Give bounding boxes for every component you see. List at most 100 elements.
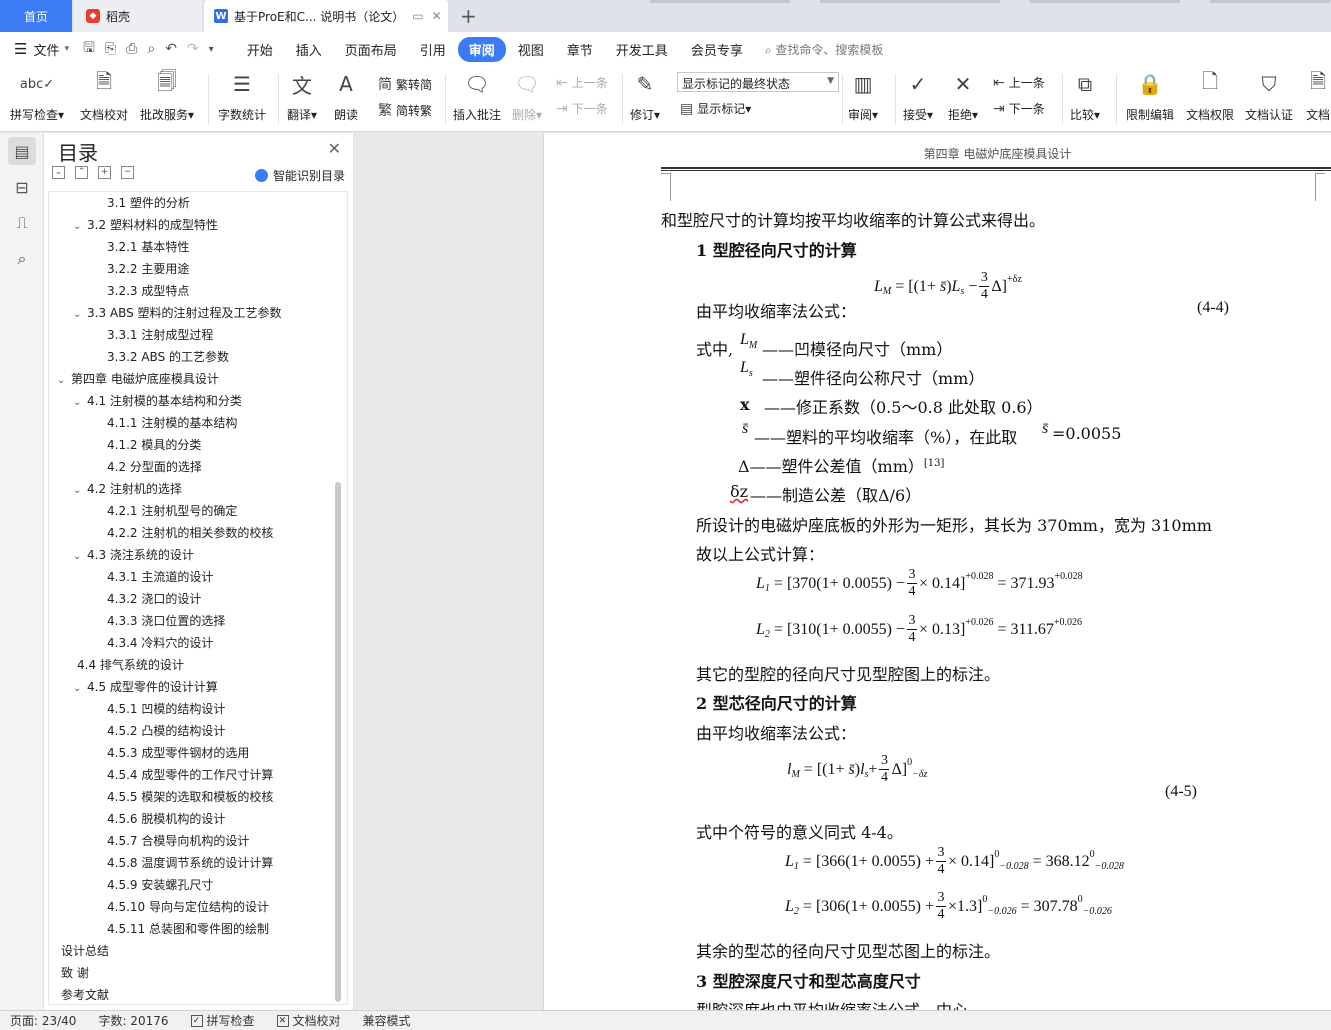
add-heading-icon[interactable]: + xyxy=(98,166,111,179)
toc-item[interactable]: 3.2.1 基本特性 xyxy=(107,236,189,258)
delete-comment-button[interactable]: 🗨 删除▾ xyxy=(512,70,542,123)
translate-button[interactable]: 文 翻译▾ xyxy=(287,70,317,123)
doc-more-button[interactable]: 🗎 文档 xyxy=(1304,69,1331,123)
toc-item[interactable]: 4.2.2 注射机的相关参数的校核 xyxy=(107,522,273,544)
read-aloud-button[interactable]: A 朗读 xyxy=(332,70,360,123)
command-search[interactable]: ⌕ 查找命令、搜索模板 xyxy=(765,41,884,58)
print-icon[interactable]: ⎙ xyxy=(126,41,137,57)
tab-daoke[interactable]: ◆ 稻壳 xyxy=(74,0,202,32)
toc-item[interactable]: 4.5.3 成型零件钢材的选用 xyxy=(107,742,249,764)
search-icon[interactable]: ⌕ xyxy=(8,245,36,273)
status-spell-check[interactable]: ✓ 拼写检查 xyxy=(190,1012,255,1029)
compare-button[interactable]: ⧉ 比较▾ xyxy=(1070,70,1100,123)
menu-review[interactable]: 审阅 xyxy=(457,36,506,62)
undo-icon[interactable]: ↶ xyxy=(165,41,177,57)
word-counter[interactable]: 字数: 20176 xyxy=(98,1012,168,1029)
menu-member[interactable]: 会员专享 xyxy=(680,37,754,62)
toc-item[interactable]: ⌄ 第四章 电磁炉底座模具设计 xyxy=(57,368,219,390)
menu-start[interactable]: 开始 xyxy=(236,37,284,62)
next-comment-button[interactable]: ⇥ 下一条 xyxy=(556,100,608,117)
toc-item[interactable]: 4.5.4 成型零件的工作尺寸计算 xyxy=(107,764,273,786)
toc-item[interactable]: ⌄ 4.1 注射模的基本结构和分类 xyxy=(73,390,242,412)
toc-item[interactable]: 4.2 分型面的选择 xyxy=(107,456,202,478)
toc-item[interactable]: ⌄ 4.5 成型零件的设计计算 xyxy=(73,676,218,698)
save-icon[interactable]: 🖫 xyxy=(83,37,95,61)
toc-item[interactable]: 4.3.2 浇口的设计 xyxy=(107,588,201,610)
toc-item[interactable]: 4.5.11 总装图和零件图的绘制 xyxy=(107,918,269,940)
review-pane-button[interactable]: ▥ 审阅▾ xyxy=(848,70,878,123)
toc-item[interactable]: 4.1.2 模具的分类 xyxy=(107,434,201,456)
next-revision-button[interactable]: ⇥ 下一条 xyxy=(993,100,1045,117)
expand-all-icon[interactable]: ⌃ xyxy=(75,166,88,179)
print-preview-icon[interactable]: ⌕ xyxy=(147,41,155,57)
toc-item[interactable]: 4.5.9 安装螺孔尺寸 xyxy=(107,874,213,896)
chevron-down-icon[interactable]: ⌄ xyxy=(73,678,87,700)
toc-item[interactable]: 3.3.1 注射成型过程 xyxy=(107,324,213,346)
menu-developer[interactable]: 开发工具 xyxy=(605,37,679,62)
toc-item[interactable]: 4.3.3 浇口位置的选择 xyxy=(107,610,225,632)
toc-item[interactable]: 3.2.2 主要用途 xyxy=(107,258,189,280)
toc-item[interactable]: 4.3.1 主流道的设计 xyxy=(107,566,213,588)
toc-item[interactable]: 4.2.1 注射机型号的确定 xyxy=(107,500,237,522)
revise-button[interactable]: ✎ 修订▾ xyxy=(630,70,660,123)
toc-item[interactable]: 4.5.7 合模导向机构的设计 xyxy=(107,830,249,852)
toc-item[interactable]: 3.2.3 成型特点 xyxy=(107,280,189,302)
smart-toc-button[interactable]: 智能识别目录 xyxy=(254,167,345,184)
restrict-edit-button[interactable]: 🔒 限制编辑 xyxy=(1126,70,1174,123)
redo-icon[interactable]: ↷ xyxy=(187,41,199,57)
toc-item[interactable]: 4.5.5 模架的选取和模板的校核 xyxy=(107,786,273,808)
show-marks-button[interactable]: ▤ 显示标记 ▾ xyxy=(680,100,751,117)
document-page[interactable]: 第四章 电磁炉底座模具设计 和型腔尺寸的计算均按平均收缩率的计算公式来得出。 1… xyxy=(543,133,1331,1010)
toc-item[interactable]: 设计总结 xyxy=(61,940,109,962)
toc-item[interactable]: 4.5.8 温度调节系统的设计计算 xyxy=(107,852,273,874)
toc-item[interactable]: 3.1 塑件的分析 xyxy=(107,192,190,214)
page-counter[interactable]: 页面: 23/40 xyxy=(10,1012,76,1029)
prev-comment-button[interactable]: ⇤ 上一条 xyxy=(556,74,608,91)
toc-icon[interactable]: ▤ xyxy=(8,137,36,165)
monitor-icon[interactable]: ▭ xyxy=(412,9,423,23)
chevron-down-icon[interactable]: ⌄ xyxy=(73,216,87,238)
more-icon[interactable]: ▾ xyxy=(209,44,214,55)
prev-revision-button[interactable]: ⇤ 上一条 xyxy=(993,74,1045,91)
toc-item[interactable]: ⌄ 3.3 ABS 塑料的注射过程及工艺参数 xyxy=(73,302,282,324)
doc-rights-button[interactable]: 🗋 文档权限 xyxy=(1186,69,1234,123)
toc-item[interactable]: 4.5.10 导向与定位结构的设计 xyxy=(107,896,269,918)
toc-scrollbar[interactable] xyxy=(335,482,341,1002)
doc-proof-button[interactable]: 🗎 文档校对 xyxy=(80,69,128,123)
file-menu[interactable]: ☰ 文件 ▾ xyxy=(14,40,69,59)
new-tab-icon[interactable]: + xyxy=(460,4,477,28)
chapter-icon[interactable]: ⊟ xyxy=(8,173,36,201)
mark-state-select[interactable]: 显示标记的最终状态 ▼ xyxy=(677,72,839,92)
toc-item[interactable]: 4.3.4 冷料穴的设计 xyxy=(107,632,213,654)
chevron-down-icon[interactable]: ⌄ xyxy=(73,392,87,414)
toc-item[interactable]: 参考文献 xyxy=(61,984,109,1004)
chevron-down-icon[interactable]: ⌄ xyxy=(57,370,71,392)
toc-item[interactable]: ⌄ 4.2 注射机的选择 xyxy=(73,478,182,500)
close-tab-icon[interactable]: ✕ xyxy=(432,9,442,23)
toc-item[interactable]: 4.4 排气系统的设计 xyxy=(77,654,184,676)
toc-item[interactable]: ⌄ 4.3 浇注系统的设计 xyxy=(73,544,194,566)
spell-check-button[interactable]: abc✓ 拼写检查▾ xyxy=(10,70,64,123)
status-doc-proof[interactable]: ✕ 文档校对 xyxy=(276,1012,341,1029)
menu-references[interactable]: 引用 xyxy=(409,37,457,62)
chevron-down-icon[interactable]: ⌄ xyxy=(73,546,87,568)
toc-item[interactable]: ⌄ 3.2 塑料材料的成型特性 xyxy=(73,214,218,236)
close-icon[interactable]: ✕ xyxy=(328,139,341,158)
annotate-service-button[interactable]: 🗐 批改服务▾ xyxy=(140,69,194,123)
menu-view[interactable]: 视图 xyxy=(507,37,555,62)
to-simplified-button[interactable]: 繁 简转繁 xyxy=(378,100,432,120)
bookmark-icon[interactable]: ⎍ xyxy=(8,209,36,237)
remove-heading-icon[interactable]: − xyxy=(121,166,134,179)
toc-item[interactable]: 3.3.2 ABS 的工艺参数 xyxy=(107,346,229,368)
toc-item[interactable]: 4.5.1 凹模的结构设计 xyxy=(107,698,225,720)
menu-layout[interactable]: 页面布局 xyxy=(334,37,408,62)
chevron-down-icon[interactable]: ⌄ xyxy=(73,304,87,326)
insert-comment-button[interactable]: 🗨 插入批注 xyxy=(453,70,501,123)
chevron-down-icon[interactable]: ⌄ xyxy=(73,480,87,502)
export-icon[interactable]: ⎘ xyxy=(105,41,116,57)
word-count-button[interactable]: ☰ 字数统计 xyxy=(218,70,266,123)
menu-insert[interactable]: 插入 xyxy=(285,37,333,62)
toc-item[interactable]: 4.1.1 注射模的基本结构 xyxy=(107,412,237,434)
collapse-all-icon[interactable]: ⌄ xyxy=(52,166,65,179)
toc-item[interactable]: 4.5.6 脱模机构的设计 xyxy=(107,808,225,830)
